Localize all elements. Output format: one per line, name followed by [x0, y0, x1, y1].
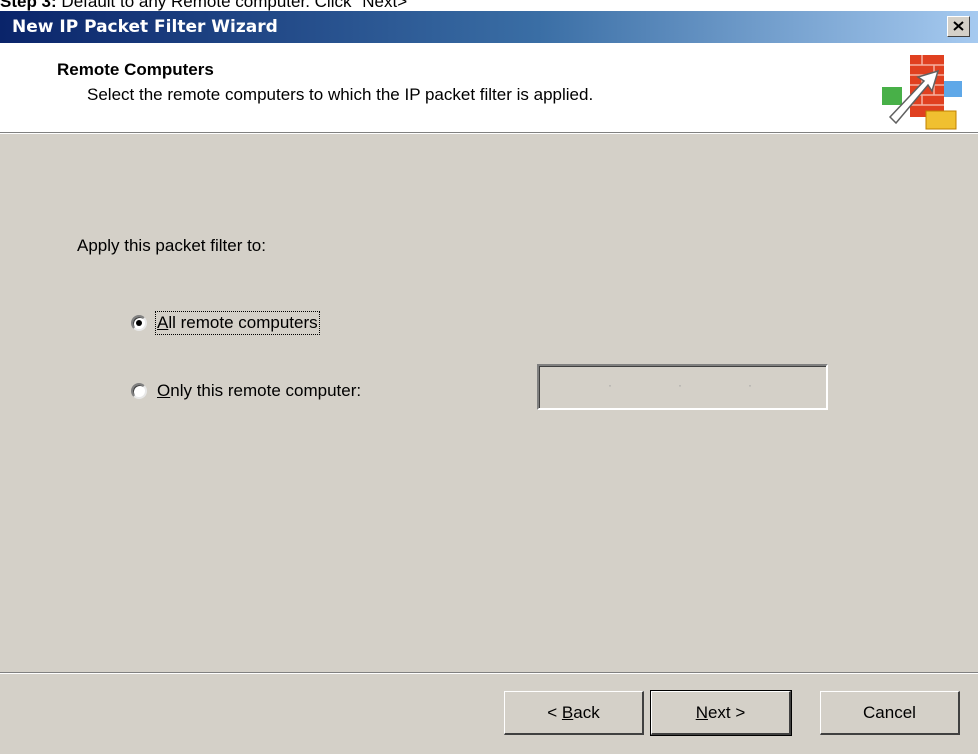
back-button-label: < Back [547, 702, 600, 722]
footer-divider-highlight [0, 673, 978, 674]
window-title: New IP Packet Filter Wizard [12, 17, 278, 37]
mnemonic-a: A [157, 313, 169, 332]
apply-filter-label: Apply this packet filter to: [77, 236, 266, 255]
step-number: Step 3: [0, 0, 57, 11]
page-title: Remote Computers [57, 60, 214, 79]
remote-ip-address-input[interactable]: · · · [537, 364, 828, 410]
page-subtitle: Select the remote computers to which the… [87, 85, 594, 104]
ip-octet-separator: · [608, 378, 612, 392]
label-text-all: ll remote computers [168, 313, 318, 332]
title-bar[interactable]: New IP Packet Filter Wizard [0, 11, 978, 43]
radio-all-remote-computers[interactable]: All remote computers [131, 311, 320, 335]
label-text-only: nly this remote computer: [170, 381, 362, 400]
step-text: Default to any Remote computer. Click "N… [56, 0, 414, 11]
back-button[interactable]: < Back [504, 691, 644, 735]
close-button[interactable] [947, 16, 970, 37]
step-caption: Step 3: Default to any Remote computer. … [0, 0, 413, 11]
mnemonic-o: O [157, 381, 171, 400]
radio-button[interactable] [131, 315, 147, 331]
next-button-label: Next > [695, 702, 746, 722]
wizard-window: New IP Packet Filter Wizard Remote Compu… [0, 11, 978, 754]
wizard-header: Remote Computers Select the remote compu… [0, 43, 978, 133]
radio-label-only[interactable]: Only this remote computer: [157, 381, 361, 401]
radio-label-all[interactable]: All remote computers [155, 311, 320, 335]
header-divider [0, 133, 978, 134]
close-icon [953, 21, 964, 31]
firewall-wizard-icon [882, 55, 962, 130]
radio-only-this-remote-computer[interactable]: Only this remote computer: [131, 381, 361, 401]
ip-octet-separator: · [748, 378, 752, 392]
radio-selected-dot [136, 320, 142, 326]
radio-button[interactable] [131, 383, 147, 399]
next-button[interactable]: Next > [650, 690, 792, 736]
cancel-button-label: Cancel [863, 702, 916, 722]
ip-octet-separator: · [678, 378, 682, 392]
cancel-button[interactable]: Cancel [820, 691, 960, 735]
